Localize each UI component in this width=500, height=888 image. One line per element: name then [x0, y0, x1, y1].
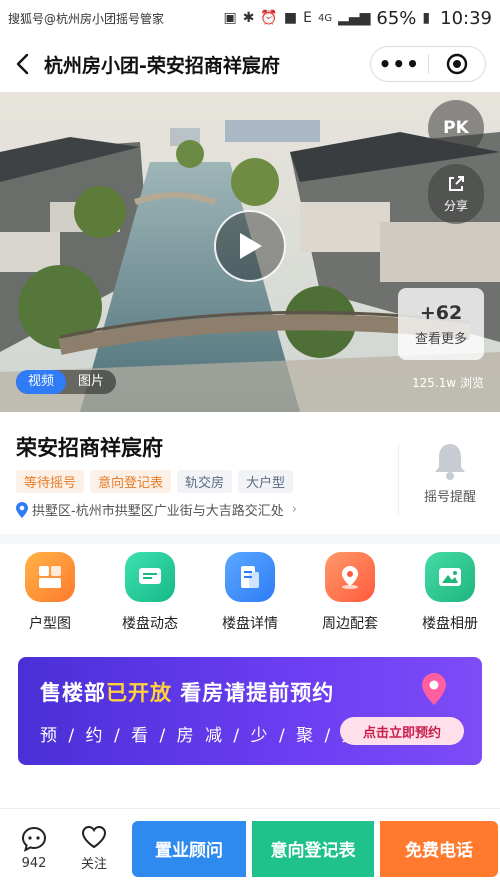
view-more-photos-button[interactable]: +62 查看更多	[398, 288, 484, 360]
address-link[interactable]: 拱墅区-杭州市拱墅区广业街与大吉路交汇处 ›	[16, 500, 297, 519]
feature-label: 周边配套	[322, 616, 378, 632]
feature-label: 户型图	[29, 616, 71, 632]
status-bar: 搜狐号@杭州房小团摇号管家 ▣ ✱ ⏰ ■ E 4G ▂▄▆ 65% ▮ 10:…	[0, 0, 500, 36]
play-icon	[240, 233, 262, 259]
feature-label: 楼盘动态	[122, 616, 178, 632]
album-icon	[425, 552, 475, 602]
banner-headline-a: 售楼部	[40, 681, 106, 705]
reminder-label: 摇号提醒	[423, 490, 476, 505]
close-miniprogram-button[interactable]	[429, 53, 486, 75]
follow-label: 关注	[80, 857, 107, 872]
tab-video[interactable]: 视频	[16, 370, 67, 394]
more-photos-label: 查看更多	[414, 331, 467, 347]
floorplan-icon	[25, 552, 75, 602]
media-tabs: 视频 图片	[16, 370, 117, 394]
back-button[interactable]	[0, 36, 44, 92]
hero-media[interactable]: PK 分享 +62 查看更多 视频 图片 125.1w 浏览	[0, 92, 500, 412]
free-call-button[interactable]: 免费电话	[380, 820, 498, 877]
news-icon	[125, 552, 175, 602]
clock: 10:39	[440, 7, 492, 29]
battery-percent: 65%	[376, 7, 417, 29]
appointment-banner[interactable]: 售楼部已开放 看房请提前预约 预 / 约 / 看 / 房 减 / 少 / 聚 /…	[18, 657, 482, 765]
network-label: 4G	[317, 12, 333, 24]
tag-lottery-status: 等待摇号	[16, 470, 85, 493]
feature-menu: 户型图 楼盘动态 楼盘详情 周边配套 楼盘相册	[0, 552, 500, 644]
heart-icon	[81, 825, 107, 849]
bluetooth-icon: ✱	[242, 10, 255, 26]
banner-headline-b: 看房请提前预约	[172, 681, 335, 705]
project-info: 荣安招商祥宸府 等待摇号 意向登记表 轨交房 大户型 拱墅区-杭州市拱墅区广业街…	[0, 412, 500, 534]
follow-button[interactable]: 关注	[66, 825, 122, 872]
details-icon	[225, 552, 275, 602]
map-pin-icon	[16, 501, 28, 518]
chat-icon	[21, 826, 47, 852]
tag-registration[interactable]: 意向登记表	[90, 470, 172, 493]
project-name: 荣安招商祥宸府	[16, 436, 163, 460]
alarm-icon: ⏰	[260, 10, 278, 26]
banner-subline: 预 / 约 / 看 / 房 减 / 少 / 聚 / 集	[40, 726, 362, 746]
banner-headline-highlight: 已开放	[106, 681, 172, 705]
view-count: 125.1w 浏览	[412, 376, 484, 390]
info-divider	[398, 444, 399, 514]
miniprogram-capsule: •••	[370, 46, 486, 82]
section-divider	[0, 534, 500, 544]
share-label: 分享	[443, 199, 468, 213]
feature-label: 楼盘详情	[222, 616, 278, 632]
play-video-button[interactable]	[214, 210, 286, 282]
bottom-action-bar: 942 关注 置业顾问 意向登记表 免费电话	[0, 808, 500, 888]
tag-metro: 轨交房	[177, 470, 233, 493]
book-now-button[interactable]: 点击立即预约	[340, 717, 464, 745]
back-arrow-icon	[16, 53, 29, 75]
feature-label: 楼盘相册	[422, 616, 478, 632]
location-pin-icon	[422, 673, 446, 705]
app-page: 搜狐号@杭州房小团摇号管家 ▣ ✱ ⏰ ■ E 4G ▂▄▆ 65% ▮ 10:…	[0, 0, 500, 888]
chevron-right-icon: ›	[291, 502, 297, 517]
tab-photos[interactable]: 图片	[66, 370, 116, 394]
target-icon	[446, 53, 467, 75]
tag-large-unit: 大户型	[238, 470, 294, 493]
feature-details[interactable]: 楼盘详情	[200, 552, 300, 644]
project-tags: 等待摇号 意向登记表 轨交房 大户型	[16, 470, 294, 493]
page-title: 杭州房小团-荣安招商祥宸府	[44, 54, 280, 77]
battery-icon: ▮	[422, 10, 431, 26]
feature-surroundings[interactable]: 周边配套	[300, 552, 400, 644]
feature-news[interactable]: 楼盘动态	[100, 552, 200, 644]
location-icon	[325, 552, 375, 602]
signal-icon: ▂▄▆	[338, 10, 371, 26]
notification-icon: ■	[283, 10, 298, 26]
screenshot-icon: ▣	[223, 10, 237, 26]
pk-compare-button[interactable]: PK	[428, 100, 484, 156]
banner-headline: 售楼部已开放 看房请提前预约	[40, 677, 334, 707]
feature-album[interactable]: 楼盘相册	[400, 552, 500, 644]
status-icons: ▣ ✱ ⏰ ■ E 4G ▂▄▆ 65% ▮ 10:39	[223, 8, 492, 29]
comments-button[interactable]: 942	[6, 826, 62, 871]
registration-button[interactable]: 意向登记表	[252, 820, 374, 877]
comments-count: 942	[21, 856, 47, 871]
more-photos-count: +62	[419, 301, 463, 324]
share-button[interactable]: 分享	[428, 164, 484, 224]
share-icon	[449, 176, 464, 191]
address-text: 拱墅区-杭州市拱墅区广业街与大吉路交汇处	[32, 504, 284, 519]
consultant-button[interactable]: 置业顾问	[132, 820, 246, 877]
lottery-reminder-button[interactable]: 摇号提醒	[400, 442, 500, 505]
feature-floorplan[interactable]: 户型图	[0, 552, 100, 644]
bell-icon	[435, 444, 465, 480]
data-icon: E	[303, 10, 312, 26]
nav-bar: 杭州房小团-荣安招商祥宸府 •••	[0, 36, 500, 92]
more-menu-button[interactable]: •••	[371, 52, 428, 76]
watermark-text: 搜狐号@杭州房小团摇号管家	[8, 9, 165, 27]
